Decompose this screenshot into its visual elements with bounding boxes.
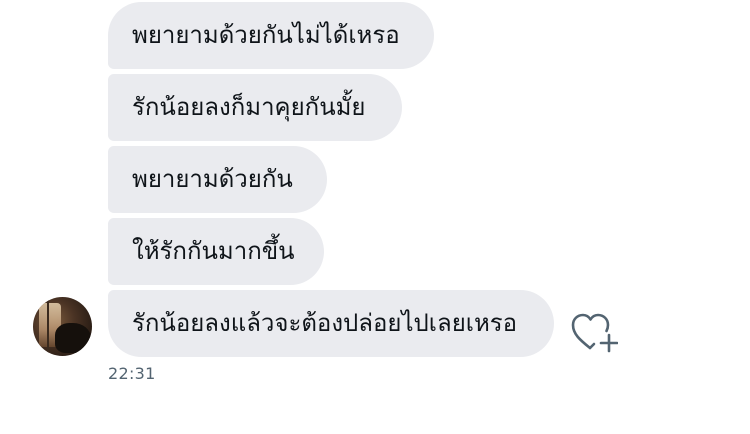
message-timestamp: 22:31 [108, 364, 156, 383]
message-thread: พยายามด้วยกันไม่ได้เหรอ รักน้อยลงก็มาคุย… [0, 0, 750, 434]
message-bubble[interactable]: รักน้อยลงก็มาคุยกันมั้ย [108, 74, 402, 141]
heart-plus-icon[interactable] [570, 311, 619, 355]
message-bubble[interactable]: พยายามด้วยกันไม่ได้เหรอ [108, 2, 434, 69]
sender-avatar[interactable] [33, 297, 92, 356]
avatar-image-figure [55, 323, 91, 353]
message-bubble[interactable]: ให้รักกันมากขึ้น [108, 218, 324, 285]
add-reaction-button[interactable] [570, 311, 619, 355]
message-bubble[interactable]: พยายามด้วยกัน [108, 146, 327, 213]
avatar-image-detail [47, 297, 49, 356]
message-bubble[interactable]: รักน้อยลงแล้วจะต้องปล่อยไปเลยเหรอ [108, 290, 554, 357]
